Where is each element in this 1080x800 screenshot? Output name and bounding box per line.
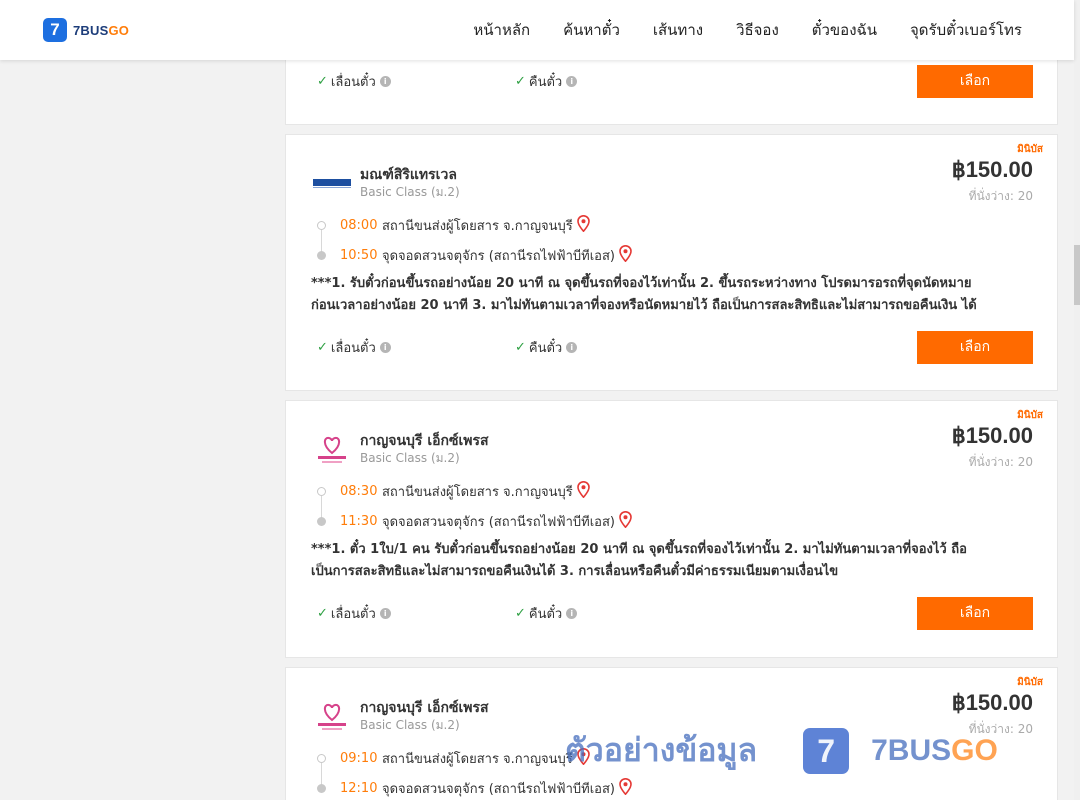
main-nav: หน้าหลัก ค้นหาตั๋ว เส้นทาง วิธีจอง ตั๋วข… xyxy=(440,0,1022,60)
nav-home[interactable]: หน้าหลัก xyxy=(473,18,530,42)
operator-logo xyxy=(312,173,352,193)
arrival-place: จุดจอดสวนจตุจักร (สถานีรถไฟฟ้าบีทีเอส) xyxy=(382,515,615,530)
arrival-place: จุดจอดสวนจตุจักร (สถานีรถไฟฟ้าบีทีเอส) xyxy=(382,782,615,797)
ticket-price: ฿150.00 xyxy=(951,690,1033,715)
info-icon[interactable]: i xyxy=(379,342,391,353)
bus-class: Basic Class (ม.2) xyxy=(360,185,460,199)
nav-routes[interactable]: เส้นทาง xyxy=(653,18,703,42)
info-icon[interactable]: i xyxy=(566,608,578,619)
arrival-stop: 10:50 จุดจอดสวนจตุจักร (สถานีรถไฟฟ้าบีที… xyxy=(340,244,632,266)
logo-text: 7BUSGO xyxy=(73,22,130,38)
operator-logo xyxy=(312,698,352,734)
arrival-stop: 11:30 จุดจอดสวนจตุจักร (สถานีรถไฟฟ้าบีที… xyxy=(340,510,632,532)
site-logo[interactable]: 7 7BUSGO xyxy=(43,18,129,42)
map-pin-icon[interactable] xyxy=(576,747,590,769)
bus-class: Basic Class (ม.2) xyxy=(360,718,460,732)
scrollbar-thumb[interactable] xyxy=(1074,245,1080,305)
feature-change: ✓ เลื่อนตั๋ว i xyxy=(317,71,391,92)
bus-type-badge: มินิบัส xyxy=(1017,144,1043,155)
feature-change-label: เลื่อนตั๋ว xyxy=(330,607,376,622)
info-icon[interactable]: i xyxy=(379,608,391,619)
trip-note: ***1. ตั๋ว 1ใบ/1 คน รับตั๋วก่อนขึ้นรถอย่… xyxy=(311,542,967,579)
arrival-time: 12:10 xyxy=(340,781,378,796)
bus-type-badge: มินิบัส xyxy=(1017,410,1043,421)
ticket-price: ฿150.00 xyxy=(951,157,1033,182)
departure-time: 09:10 xyxy=(340,751,378,766)
map-pin-icon[interactable] xyxy=(619,777,632,799)
trip-note: ***1. รับตั๋วก่อนขึ้นรถอย่างน้อย 20 นาที… xyxy=(311,276,977,313)
info-icon[interactable]: i xyxy=(566,342,578,353)
feature-refund: ✓ คืนตั๋ว i xyxy=(515,603,578,624)
select-button[interactable]: เลือก xyxy=(917,331,1033,364)
departure-place: สถานีขนส่งผู้โดยสาร จ.กาญจนบุรี xyxy=(382,219,573,234)
depart-dot xyxy=(317,754,326,763)
departure-time: 08:30 xyxy=(340,484,378,499)
bus-class: Basic Class (ม.2) xyxy=(360,451,460,465)
ticket-price: ฿150.00 xyxy=(951,423,1033,448)
departure-stop: 08:30 สถานีขนส่งผู้โดยสาร จ.กาญจนบุรี xyxy=(340,480,590,502)
arrival-stop: 12:10 จุดจอดสวนจตุจักร (สถานีรถไฟฟ้าบีที… xyxy=(340,777,632,799)
feature-refund: ✓ คืนตั๋ว i xyxy=(515,337,578,358)
arrive-dot xyxy=(317,251,326,260)
feature-refund-label: คืนตั๋ว xyxy=(528,75,563,90)
feature-change: ✓ เลื่อนตั๋ว i xyxy=(317,603,391,624)
route-line xyxy=(321,763,322,785)
map-pin-icon[interactable] xyxy=(576,214,590,236)
departure-place: สถานีขนส่งผู้โดยสาร จ.กาญจนบุรี xyxy=(382,752,573,767)
check-icon: ✓ xyxy=(317,606,328,621)
feature-refund: ✓ คืนตั๋ว i xyxy=(515,71,578,92)
map-pin-icon[interactable] xyxy=(619,510,632,532)
check-icon: ✓ xyxy=(515,340,526,355)
arrive-dot xyxy=(317,517,326,526)
trip-card: มินิบัส มณฑ์สิริแทรเวล Basic Class (ม.2)… xyxy=(285,134,1058,391)
arrival-time: 10:50 xyxy=(340,248,378,263)
arrival-place: จุดจอดสวนจตุจักร (สถานีรถไฟฟ้าบีทีเอส) xyxy=(382,249,615,264)
depart-dot xyxy=(317,487,326,496)
nav-search-ticket[interactable]: ค้นหาตั๋ว xyxy=(563,18,620,42)
departure-stop: 09:10 สถานีขนส่งผู้โดยสาร จ.กาญจนบุรี xyxy=(340,747,590,769)
departure-stop: 08:00 สถานีขนส่งผู้โดยสาร จ.กาญจนบุรี xyxy=(340,214,590,236)
departure-time: 08:00 xyxy=(340,218,378,233)
depart-dot xyxy=(317,221,326,230)
bus-type-badge: มินิบัส xyxy=(1017,677,1043,688)
map-pin-icon[interactable] xyxy=(619,244,632,266)
check-icon: ✓ xyxy=(515,606,526,621)
check-icon: ✓ xyxy=(515,74,526,89)
feature-change-label: เลื่อนตั๋ว xyxy=(330,75,376,90)
trip-card: มินิบัส กาญจนบุรี เอ็กซ์เพรส Basic Class… xyxy=(285,667,1058,800)
arrive-dot xyxy=(317,784,326,793)
feature-change: ✓ เลื่อนตั๋ว i xyxy=(317,337,391,358)
check-icon: ✓ xyxy=(317,74,328,89)
arrival-time: 11:30 xyxy=(340,514,378,529)
nav-my-tickets[interactable]: ตั๋วของฉัน xyxy=(812,18,877,42)
page-scrollbar[interactable] xyxy=(1074,0,1080,800)
top-header: 7 7BUSGO หน้าหลัก ค้นหาตั๋ว เส้นทาง วิธี… xyxy=(0,0,1074,60)
nav-ticket-points[interactable]: จุดรับตั๋วเบอร์โทร xyxy=(910,18,1022,42)
route-line xyxy=(321,496,322,518)
nav-how-to-book[interactable]: วิธีจอง xyxy=(736,18,779,42)
select-button[interactable]: เลือก xyxy=(917,65,1033,98)
feature-refund-label: คืนตั๋ว xyxy=(528,341,563,356)
seats-available: ที่นั่งว่าง: 20 xyxy=(968,455,1033,469)
departure-place: สถานีขนส่งผู้โดยสาร จ.กาญจนบุรี xyxy=(382,485,573,500)
info-icon[interactable]: i xyxy=(566,76,578,87)
operator-logo xyxy=(312,431,352,467)
logo-mark: 7 xyxy=(43,18,67,42)
route-line xyxy=(321,230,322,252)
info-icon[interactable]: i xyxy=(379,76,391,87)
map-pin-icon[interactable] xyxy=(576,480,590,502)
seats-available: ที่นั่งว่าง: 20 xyxy=(968,189,1033,203)
check-icon: ✓ xyxy=(317,340,328,355)
feature-change-label: เลื่อนตั๋ว xyxy=(330,341,376,356)
seats-available: ที่นั่งว่าง: 20 xyxy=(968,722,1033,736)
feature-refund-label: คืนตั๋ว xyxy=(528,607,563,622)
trip-card: มินิบัส กาญจนบุรี เอ็กซ์เพรส Basic Class… xyxy=(285,400,1058,658)
select-button[interactable]: เลือก xyxy=(917,597,1033,630)
